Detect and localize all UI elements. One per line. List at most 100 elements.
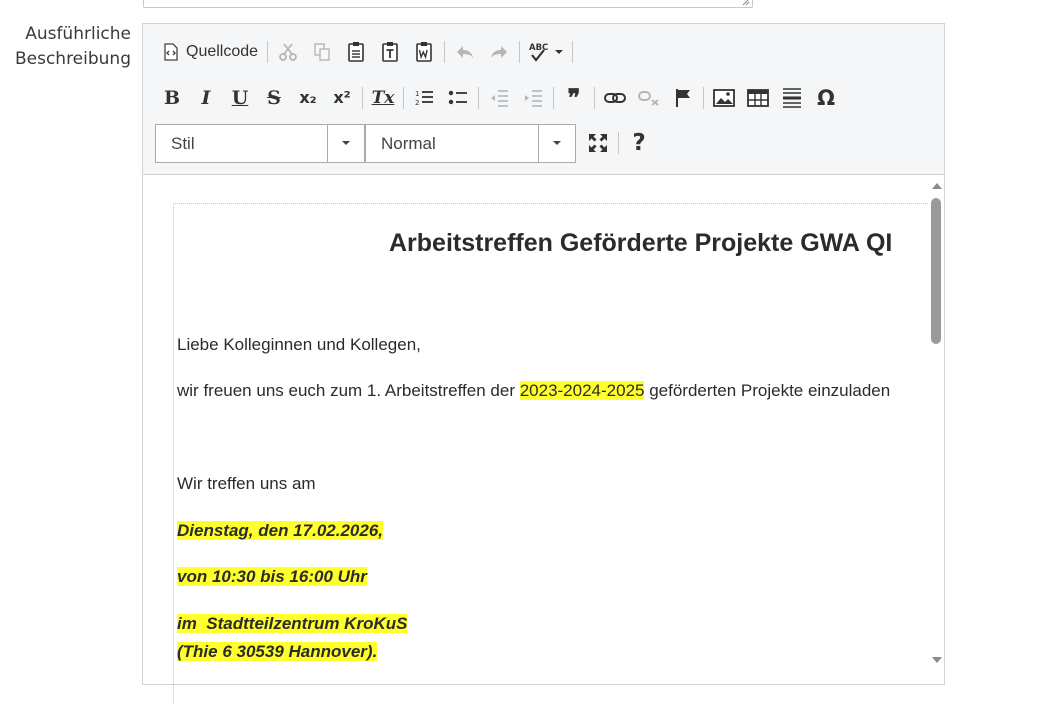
special-char-icon: Ω [817, 85, 835, 110]
meeting-place: im Stadtteilzentrum KroKuS [177, 613, 408, 635]
spellcheck-button[interactable]: ABC [523, 37, 569, 67]
table-button[interactable] [741, 83, 775, 113]
previous-textarea[interactable] [143, 0, 753, 8]
toolbar-separator [618, 132, 619, 154]
image-button[interactable] [707, 83, 741, 113]
strike-icon: S [267, 86, 281, 109]
chevron-down-icon [342, 141, 350, 145]
redo-button[interactable] [482, 37, 516, 67]
rich-text-editor: Quellcode ABC B I U S x₂ x² Tx 1 2 ❞ Ω S… [142, 23, 945, 704]
scroll-down-arrow-icon[interactable] [932, 657, 942, 663]
meeting-date-highlight: Dienstag, den 17.02.2026, [177, 521, 383, 540]
svg-text:2: 2 [415, 99, 419, 107]
cut-button[interactable] [271, 37, 305, 67]
chevron-down-icon [553, 141, 561, 145]
paste-icon [348, 42, 364, 62]
strike-button[interactable]: S [257, 83, 291, 113]
undo-button[interactable] [448, 37, 482, 67]
source-icon [164, 43, 178, 61]
paste-word-button[interactable] [407, 37, 441, 67]
meeting-address-highlight: (Thie 6 30539 Hannover). [177, 642, 378, 661]
paste-button[interactable] [339, 37, 373, 67]
link-button[interactable] [598, 83, 632, 113]
italic-icon: I [201, 86, 211, 109]
anchor-icon [676, 89, 690, 107]
maximize-icon [589, 134, 607, 152]
image-icon [713, 89, 735, 107]
paste-text-button[interactable] [373, 37, 407, 67]
meeting-intro-text: Wir treffen uns am [177, 474, 316, 493]
editor-toolbar: Quellcode ABC B I U S x₂ x² Tx 1 2 ❞ Ω S… [143, 24, 944, 175]
horizontal-rule-icon [783, 88, 801, 108]
indent-button[interactable] [516, 83, 550, 113]
format-select[interactable]: Normal [365, 124, 576, 163]
toolbar-separator [478, 87, 479, 109]
outdent-button[interactable] [482, 83, 516, 113]
toolbar-separator [444, 41, 446, 63]
bold-button[interactable]: B [155, 83, 189, 113]
svg-text:ABC: ABC [529, 43, 548, 53]
outdent-icon [491, 90, 508, 107]
resize-grip-icon[interactable] [742, 0, 750, 6]
cut-icon [279, 43, 297, 61]
remove-format-icon: Tx [371, 87, 395, 108]
editor-content-area[interactable]: Arbeitstreffen Geförderte Projekte GWA Q… [143, 175, 944, 704]
source-button-label: Quellcode [186, 43, 259, 60]
copy-button[interactable] [305, 37, 339, 67]
undo-icon [457, 46, 474, 58]
toolbar-separator [267, 41, 269, 63]
field-label-line2: Beschreibung [14, 49, 131, 69]
paste-text-icon [382, 42, 398, 62]
link-icon [604, 93, 626, 103]
subscript-icon: x₂ [299, 88, 317, 107]
format-select-arrow[interactable] [538, 125, 575, 162]
italic-button[interactable]: I [189, 83, 223, 113]
document-title: Arbeitstreffen Geförderte Projekte GWA Q… [389, 229, 893, 257]
toolbar-separator [594, 87, 595, 109]
numbered-list-button[interactable]: 1 2 [407, 83, 441, 113]
toolbar-separator [572, 41, 574, 63]
toolbar-separator [519, 41, 521, 63]
indent-icon [525, 90, 542, 107]
help-button[interactable]: ? [622, 128, 656, 158]
style-select[interactable]: Stil [155, 124, 365, 163]
document-body[interactable]: Arbeitstreffen Geförderte Projekte GWA Q… [173, 203, 928, 704]
unlink-icon [638, 91, 659, 106]
remove-format-button[interactable]: Tx [366, 83, 400, 113]
toolbar-separator [703, 87, 704, 109]
meeting-time-highlight: von 10:30 bis 16:00 Uhr [177, 567, 367, 586]
chevron-down-icon [555, 50, 564, 54]
invitation-highlight: 2023-2024-2025 [519, 381, 645, 400]
horizontal-rule-button[interactable] [775, 83, 809, 113]
subscript-button[interactable]: x₂ [291, 83, 325, 113]
meeting-address: (Thie 6 30539 Hannover). [177, 641, 378, 663]
maximize-button[interactable] [581, 128, 615, 158]
numbered-list-icon: 1 2 [415, 90, 433, 107]
redo-icon [491, 46, 508, 58]
invitation-text: wir freuen uns euch zum 1. Arbeitstreffe… [177, 380, 890, 402]
greeting-text: Liebe Kolleginnen und Kollegen, [177, 335, 421, 354]
toolbar-separator [403, 87, 404, 109]
source-button[interactable]: Quellcode [155, 37, 264, 67]
blockquote-button[interactable]: ❞ [557, 83, 591, 113]
meeting-time: von 10:30 bis 16:00 Uhr [177, 566, 367, 588]
underline-button[interactable]: U [223, 83, 257, 113]
field-label: Ausführliche Beschreibung [0, 22, 131, 72]
copy-icon [314, 43, 330, 61]
content-scrollbar[interactable] [928, 177, 944, 667]
spellcheck-icon: ABC [529, 43, 548, 62]
style-select-value: Stil [171, 134, 195, 153]
special-char-button[interactable]: Ω [809, 83, 843, 113]
unlink-button[interactable] [632, 83, 666, 113]
scrollbar-thumb[interactable] [931, 198, 941, 344]
bulleted-list-button[interactable] [441, 83, 475, 113]
invitation-text-end: geförderten Projekte einzuladen [644, 381, 891, 400]
toolbar-row-1: Quellcode ABC [155, 36, 576, 68]
anchor-button[interactable] [666, 83, 700, 113]
blockquote-icon: ❞ [567, 83, 581, 112]
bold-icon: B [163, 86, 181, 109]
superscript-button[interactable]: x² [325, 83, 359, 113]
scroll-up-arrow-icon[interactable] [932, 183, 942, 189]
toolbar-row-2: B I U S x₂ x² Tx 1 2 ❞ Ω [155, 82, 843, 114]
style-select-arrow[interactable] [327, 125, 364, 162]
